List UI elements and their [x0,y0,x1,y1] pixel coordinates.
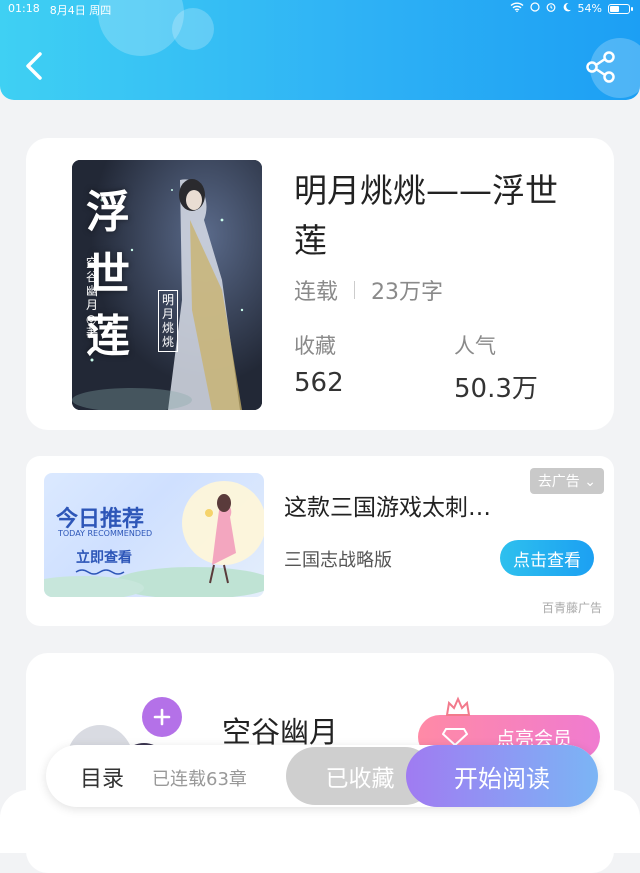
stat-collect: 收藏 562 [294,330,344,398]
stat-label: 收藏 [294,334,336,358]
ad-source: 百青藤广告 [541,601,602,615]
book-title: 明月烑烑——浮世莲 [294,171,558,260]
stat-label: 人气 [454,334,496,358]
chevron-down-icon: ⌄ [584,474,596,490]
stat-value: 50.3万 [454,374,538,404]
remove-ad-button[interactable]: 去广告 ⌄ [529,468,604,494]
plus-icon [153,708,171,726]
book-info-card: 浮世莲 空谷幽月◎著 明月烑烑 明月烑烑——浮世莲 连载 23万字 收藏 562… [26,138,614,430]
share-button[interactable] [584,50,618,84]
meta-divider [354,281,356,299]
battery-percent: 54% [577,2,602,15]
ad-view-button[interactable]: 点击查看 [500,540,594,576]
word-count: 23万字 [371,280,444,305]
stat-value: 562 [294,368,344,398]
lock-rotation-icon [529,2,540,15]
chapter-count[interactable]: 已连载63章 [152,765,247,791]
chevron-left-icon [26,52,42,80]
follow-button[interactable] [142,697,182,737]
wave-decoration [75,569,125,575]
status-bar: 01:18 8月4日 周四 54% [0,0,640,18]
battery-fill [610,5,620,12]
start-reading-button[interactable]: 开始阅读 [406,745,598,807]
book-meta: 连载 23万字 [294,274,443,306]
wifi-icon [510,2,524,15]
alarm-icon [546,2,556,15]
ad-image-subheadline: TODAY RECOMMENDED [58,529,153,538]
cover-series: 明月烑烑 [158,290,178,352]
ad-card[interactable]: 今日推荐 TODAY RECOMMENDED 立即查看 去广告 ⌄ 这款三国游戏… [26,456,614,626]
ad-title: 这款三国游戏太刺… [284,495,491,521]
battery-icon [608,3,633,14]
ad-image[interactable]: 今日推荐 TODAY RECOMMENDED 立即查看 [44,473,264,597]
back-button[interactable] [20,48,50,84]
book-cover[interactable]: 浮世莲 空谷幽月◎著 明月烑烑 [72,160,262,410]
share-icon [586,51,615,83]
toc-button[interactable]: 目录 [80,761,124,793]
crown-icon [445,696,471,716]
ad-image-cta: 立即查看 [76,550,132,566]
ad-subtitle: 三国志战略版 [284,550,392,571]
book-status: 连载 [294,280,339,305]
header: 01:18 8月4日 周四 54% [0,0,640,100]
remove-ad-label: 去广告 [537,474,580,490]
moon-icon [562,2,572,15]
cover-author: 空谷幽月◎著 [86,256,99,340]
status-time: 01:18 [8,2,40,15]
diamond-icon [442,728,468,747]
bottom-action-bar: 目录 已连载63章 已收藏 开始阅读 [46,745,598,807]
status-date: 8月4日 周四 [49,4,112,17]
stat-popularity: 人气 50.3万 [454,330,538,405]
